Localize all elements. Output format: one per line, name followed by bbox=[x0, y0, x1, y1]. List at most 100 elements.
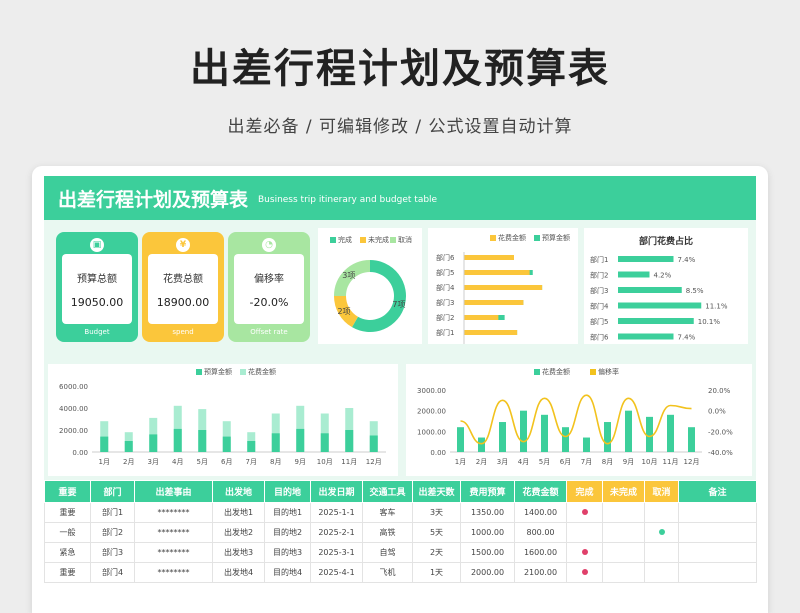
table-cell[interactable]: 2天 bbox=[412, 542, 461, 563]
y-right-tick-label: -40.0% bbox=[708, 449, 733, 457]
table-cell[interactable]: 目的地4 bbox=[264, 562, 311, 583]
legend-swatch bbox=[196, 369, 202, 375]
table-row[interactable]: 重要 部门1 ******** 出发地1 目的地1 2025-1-1 客车 3天 1350.00… bbox=[44, 502, 757, 523]
table-cell[interactable]: 客车 bbox=[362, 502, 413, 523]
table-cell[interactable]: 目的地3 bbox=[264, 542, 311, 563]
bar-budget bbox=[369, 435, 378, 452]
table-cell[interactable] bbox=[644, 562, 679, 583]
table-cell[interactable]: ******** bbox=[134, 562, 213, 583]
table-cell[interactable] bbox=[602, 562, 645, 583]
table-cell[interactable]: 高铁 bbox=[362, 522, 413, 543]
table-cell[interactable]: 部门2 bbox=[90, 522, 135, 543]
legend-item: 花费金额 bbox=[542, 367, 570, 376]
table-cell[interactable]: 1500.00 bbox=[460, 542, 515, 563]
table-row[interactable]: 重要 部门4 ******** 出发地4 目的地4 2025-4-1 飞机 1天 2000.00… bbox=[44, 562, 757, 583]
category-label: 部门3 bbox=[590, 286, 608, 295]
legend-swatch bbox=[534, 369, 540, 375]
table-cell[interactable]: ******** bbox=[134, 542, 213, 563]
table-cell[interactable]: 2100.00 bbox=[514, 562, 567, 583]
table-cell[interactable]: 紧急 bbox=[44, 542, 91, 563]
bar-budget bbox=[149, 434, 158, 452]
legend-item: 花费金额 bbox=[248, 367, 276, 376]
table-cell[interactable]: 3天 bbox=[412, 502, 461, 523]
kpi-foot: spend bbox=[172, 328, 194, 336]
table-cell[interactable]: 目的地1 bbox=[264, 502, 311, 523]
table-cell[interactable] bbox=[644, 542, 679, 563]
bar-budget bbox=[296, 428, 305, 452]
table-cell[interactable] bbox=[602, 522, 645, 543]
table-cell[interactable]: 2025-2-1 bbox=[310, 522, 363, 543]
table-cell[interactable]: 一般 bbox=[44, 522, 91, 543]
column-header: 出发地 bbox=[212, 480, 265, 503]
table-cell[interactable]: 1350.00 bbox=[460, 502, 515, 523]
table-cell[interactable]: 部门4 bbox=[90, 562, 135, 583]
y-tick-label: 6000.00 bbox=[59, 383, 88, 391]
column-header: 出发日期 bbox=[310, 480, 363, 503]
table-cell[interactable]: 重要 bbox=[44, 562, 91, 583]
x-tick-label: 4月 bbox=[172, 458, 183, 466]
bar-spend bbox=[464, 270, 530, 275]
x-tick-label: 7月 bbox=[581, 458, 592, 466]
table-cell[interactable] bbox=[566, 562, 603, 583]
column-header: 出差天数 bbox=[412, 480, 461, 503]
table-cell[interactable] bbox=[566, 522, 603, 543]
bar-spend bbox=[625, 410, 632, 452]
table-cell[interactable]: 出发地1 bbox=[212, 502, 265, 523]
y-right-tick-label: 20.0% bbox=[708, 387, 731, 395]
legend-item: 未完成 bbox=[368, 235, 389, 244]
table-row[interactable]: 一般 部门2 ******** 出发地2 目的地2 2025-2-1 高铁 5天 1000.00… bbox=[44, 522, 757, 543]
y-left-tick-label: 0.00 bbox=[430, 449, 446, 457]
table-cell[interactable] bbox=[602, 542, 645, 563]
bar-budget bbox=[173, 428, 182, 452]
table-cell[interactable] bbox=[678, 502, 757, 523]
table-cell[interactable]: 飞机 bbox=[362, 562, 413, 583]
table-cell[interactable] bbox=[602, 502, 645, 523]
table-cell[interactable]: 出发地2 bbox=[212, 522, 265, 543]
status-donut-chart: 完成 未完成 取消 7项 2项 3项 bbox=[330, 235, 412, 332]
table-cell[interactable]: 部门1 bbox=[90, 502, 135, 523]
table-cell[interactable] bbox=[566, 502, 603, 523]
x-tick-label: 1月 bbox=[455, 458, 466, 466]
table-cell[interactable] bbox=[644, 522, 679, 543]
bar-spend bbox=[583, 437, 590, 452]
table-cell[interactable]: 2000.00 bbox=[460, 562, 515, 583]
dept-bar-chart: 花费金额 预算金额部门6 部门5 部门4 部门3 部门2 部门1 bbox=[436, 233, 570, 344]
y-tick-label: 4000.00 bbox=[59, 405, 88, 413]
table-cell[interactable]: 800.00 bbox=[514, 522, 567, 543]
kpi-value: -20.0% bbox=[249, 296, 289, 309]
table-cell[interactable]: 目的地2 bbox=[264, 522, 311, 543]
table-cell[interactable]: 部门3 bbox=[90, 542, 135, 563]
category-label: 部门2 bbox=[590, 271, 608, 280]
table-cell[interactable]: 2025-3-1 bbox=[310, 542, 363, 563]
table-row[interactable]: 紧急 部门3 ******** 出发地3 目的地3 2025-3-1 自驾 2天 1500.00… bbox=[44, 542, 757, 563]
table-cell[interactable]: ******** bbox=[134, 522, 213, 543]
table-cell[interactable]: 1600.00 bbox=[514, 542, 567, 563]
table-cell[interactable]: 出发地3 bbox=[212, 542, 265, 563]
table-cell[interactable]: 1000.00 bbox=[460, 522, 515, 543]
status-dot bbox=[658, 529, 665, 535]
share-bar bbox=[618, 302, 702, 309]
status-donut-panel: 完成 未完成 取消 7项 2项 3项 bbox=[318, 228, 422, 344]
table-cell[interactable]: 1400.00 bbox=[514, 502, 567, 523]
status-dot bbox=[581, 549, 588, 555]
legend-item: 花费金额 bbox=[498, 233, 526, 242]
table-cell[interactable]: 1天 bbox=[412, 562, 461, 583]
bar-spend bbox=[646, 416, 653, 452]
table-cell[interactable]: 2025-1-1 bbox=[310, 502, 363, 523]
x-tick-label: 8月 bbox=[602, 458, 613, 466]
table-cell[interactable]: ******** bbox=[134, 502, 213, 523]
table-cell[interactable]: 重要 bbox=[44, 502, 91, 523]
table-cell[interactable] bbox=[678, 542, 757, 563]
table-cell[interactable] bbox=[678, 522, 757, 543]
table-cell[interactable] bbox=[566, 542, 603, 563]
table-cell[interactable]: 自驾 bbox=[362, 542, 413, 563]
table-cell[interactable]: 出发地4 bbox=[212, 562, 265, 583]
dept-bar-panel: 花费金额 预算金额 部门6 部门5 部门4 部门3 部门2 部门1 bbox=[428, 228, 578, 344]
kpi-label: 预算总额 bbox=[77, 274, 117, 285]
table-cell[interactable]: 5天 bbox=[412, 522, 461, 543]
table-cell[interactable]: 2025-4-1 bbox=[310, 562, 363, 583]
x-tick-label: 10月 bbox=[317, 458, 333, 466]
table-cell[interactable] bbox=[644, 502, 679, 523]
kpi-card-budget: ▣ 预算总额 19050.00 Budget bbox=[56, 232, 138, 342]
table-cell[interactable] bbox=[678, 562, 757, 583]
